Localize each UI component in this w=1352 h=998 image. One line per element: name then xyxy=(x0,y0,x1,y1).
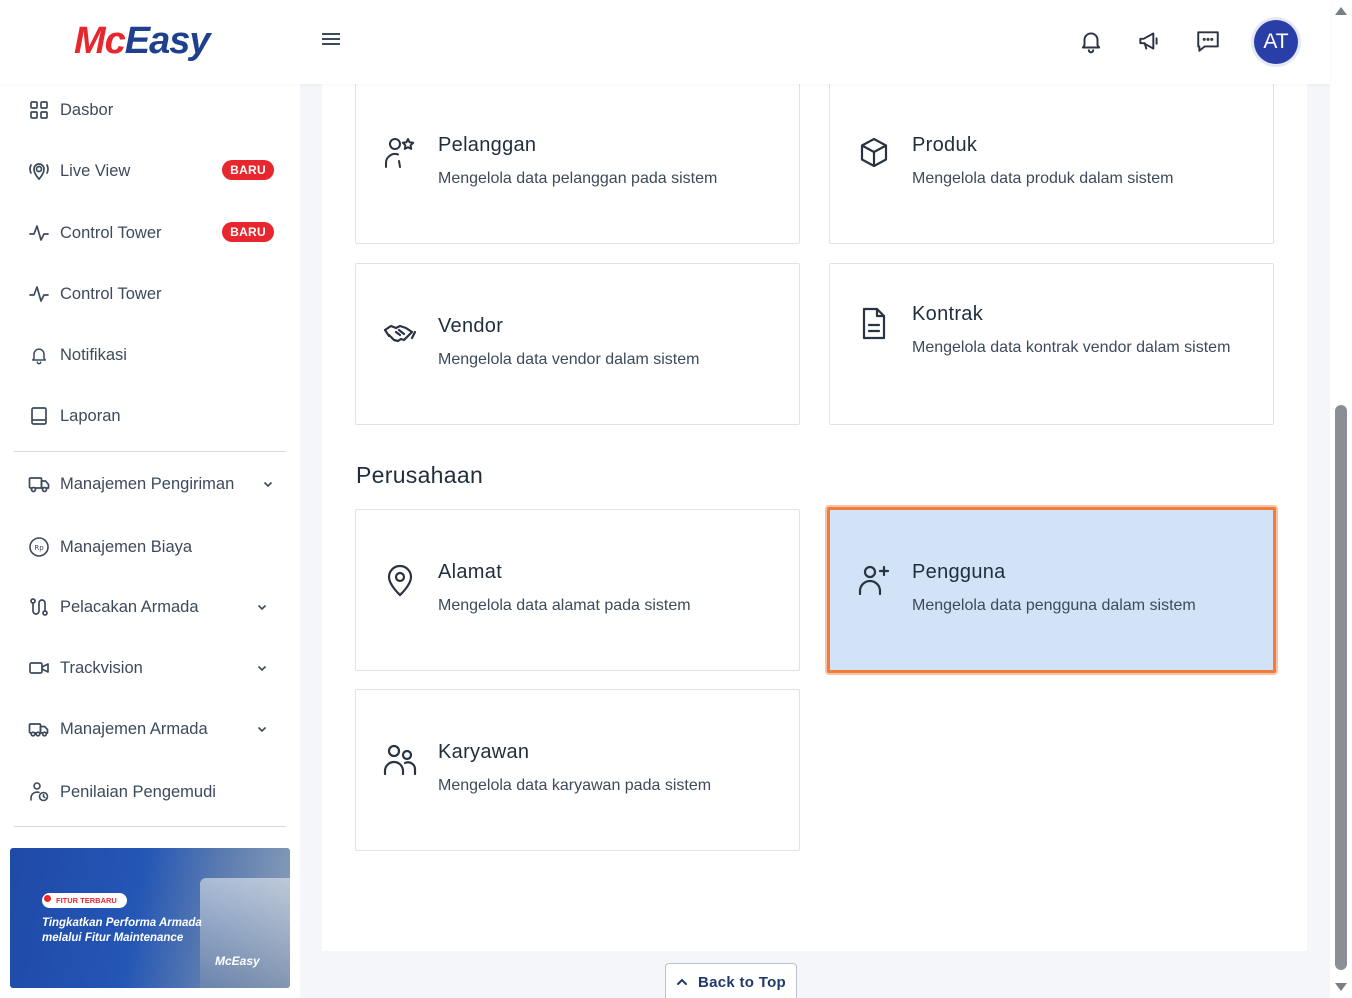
logo-easy: Easy xyxy=(124,20,211,62)
card-description: Mengelola data pelanggan pada sistem xyxy=(438,170,718,187)
live-location-icon xyxy=(28,160,50,182)
card-kontrak[interactable]: Kontrak Mengelola data kontrak vendor da… xyxy=(829,263,1274,425)
sidebar-item-penilaian-pengemudi[interactable]: Penilaian Pengemudi xyxy=(28,777,278,807)
card-description: Mengelola data kontrak vendor dalam sist… xyxy=(912,339,1231,356)
top-header: McEasy AT xyxy=(0,0,1330,84)
box-cube-icon xyxy=(860,137,888,168)
chevron-up-icon xyxy=(676,978,687,985)
card-title: Alamat xyxy=(438,561,503,583)
sidebar-item-label: Manajemen Pengiriman xyxy=(60,474,235,493)
chat-icon[interactable] xyxy=(1195,28,1221,54)
promo-logo: McEasy xyxy=(215,954,260,968)
sidebar-item-laporan[interactable]: Laporan xyxy=(28,401,278,431)
card-description: Mengelola data pengguna dalam sistem xyxy=(912,597,1196,614)
document-icon xyxy=(862,307,886,340)
map-pin-icon xyxy=(387,564,413,597)
sidebar-item-label: Penilaian Pengemudi xyxy=(60,782,216,801)
bell-icon[interactable] xyxy=(1078,28,1104,54)
handshake-icon xyxy=(383,324,417,343)
sidebar-divider xyxy=(14,451,286,452)
sidebar: Dasbor Live View BARU Control Tower BARU… xyxy=(0,84,300,998)
user-avatar[interactable]: AT xyxy=(1254,20,1298,64)
chevron-down-icon xyxy=(257,726,267,733)
sidebar-item-label: Dasbor xyxy=(60,100,114,119)
chevron-down-icon xyxy=(257,665,267,672)
card-description: Mengelola data produk dalam sistem xyxy=(912,170,1174,187)
card-title: Kontrak xyxy=(912,303,984,325)
users-icon xyxy=(383,744,417,776)
card-title: Karyawan xyxy=(438,741,530,763)
promo-banner[interactable]: FITUR TERBARU Tingkatkan Performa Armada… xyxy=(10,848,290,988)
card-produk[interactable]: Produk Mengelola data produk dalam siste… xyxy=(829,82,1274,244)
scrollbar-thumb[interactable] xyxy=(1335,405,1347,970)
sidebar-item-manajemen-pengiriman[interactable]: Manajemen Pengiriman xyxy=(28,469,278,499)
card-title: Produk xyxy=(912,134,978,156)
sidebar-item-trackvision[interactable]: Trackvision xyxy=(28,653,278,683)
sidebar-item-manajemen-biaya[interactable]: Rp Manajemen Biaya xyxy=(28,532,278,562)
chevron-down-icon xyxy=(257,604,267,611)
card-pelanggan[interactable]: Pelanggan Mengelola data pelanggan pada … xyxy=(355,82,800,244)
card-karyawan[interactable]: Karyawan Mengelola data karyawan pada si… xyxy=(355,689,800,851)
scroll-down-arrow-icon[interactable] xyxy=(1334,982,1348,992)
sidebar-item-dasbor[interactable]: Dasbor xyxy=(28,95,278,125)
sidebar-item-label: Pelacakan Armada xyxy=(60,597,199,616)
sidebar-item-control-tower[interactable]: Control Tower xyxy=(28,279,278,309)
chevron-down-icon xyxy=(263,481,273,488)
card-title: Pelanggan xyxy=(438,134,537,156)
sidebar-item-label: Manajemen Armada xyxy=(60,719,208,738)
user-plus-icon xyxy=(858,565,890,596)
card-vendor[interactable]: Vendor Mengelola data vendor dalam siste… xyxy=(355,263,800,425)
main-content: Pelanggan Mengelola data pelanggan pada … xyxy=(322,82,1307,951)
sidebar-item-label: Manajemen Biaya xyxy=(60,537,193,556)
sidebar-item-notifikasi[interactable]: Notifikasi xyxy=(28,340,278,370)
hamburger-menu-icon[interactable] xyxy=(320,30,342,48)
rupiah-coin-icon: Rp xyxy=(28,536,50,558)
card-description: Mengelola data alamat pada sistem xyxy=(438,597,691,614)
section-title-perusahaan: Perusahaan xyxy=(356,462,484,488)
card-alamat[interactable]: Alamat Mengelola data alamat pada sistem xyxy=(355,509,800,671)
sidebar-item-label: Control Tower xyxy=(60,223,162,242)
sidebar-item-label: Live View xyxy=(60,161,131,180)
activity-pulse-icon xyxy=(28,283,50,305)
sidebar-item-label: Laporan xyxy=(60,406,121,425)
logo-mc: Mc xyxy=(74,20,126,62)
card-description: Mengelola data karyawan pada sistem xyxy=(438,777,712,794)
sidebar-item-pelacakan-armada[interactable]: Pelacakan Armada xyxy=(28,592,278,622)
promo-tag: FITUR TERBARU xyxy=(42,893,127,908)
sidebar-divider xyxy=(14,826,286,827)
new-badge: BARU xyxy=(222,222,274,242)
route-icon xyxy=(28,596,50,618)
book-icon xyxy=(28,405,50,427)
sidebar-item-live-view[interactable]: Live View BARU xyxy=(28,156,278,186)
card-title: Vendor xyxy=(438,315,504,337)
card-title: Pengguna xyxy=(912,561,1006,583)
customer-star-icon xyxy=(384,138,415,168)
new-badge: BARU xyxy=(222,160,274,180)
sidebar-item-label: Control Tower xyxy=(60,284,162,303)
megaphone-icon[interactable] xyxy=(1136,28,1162,54)
activity-pulse-icon xyxy=(28,222,50,244)
video-camera-icon xyxy=(28,657,50,679)
card-pengguna[interactable]: Pengguna Mengelola data pengguna dalam s… xyxy=(827,507,1276,673)
scroll-up-arrow-icon[interactable] xyxy=(1334,6,1348,16)
sidebar-item-control-tower-new[interactable]: Control Tower BARU xyxy=(28,218,278,248)
back-to-top-label: Back to Top xyxy=(697,973,787,991)
sidebar-item-label: Notifikasi xyxy=(60,345,127,364)
sidebar-item-manajemen-armada[interactable]: Manajemen Armada xyxy=(28,714,278,744)
fleet-truck-icon xyxy=(28,718,50,740)
bell-icon xyxy=(28,344,50,366)
driver-rating-icon xyxy=(28,781,50,803)
truck-icon xyxy=(28,473,50,495)
promo-text: Tingkatkan Performa Armada melalui Fitur… xyxy=(42,917,202,944)
svg-text:Rp: Rp xyxy=(34,544,44,552)
back-to-top-button[interactable]: Back to Top xyxy=(665,963,797,998)
card-description: Mengelola data vendor dalam sistem xyxy=(438,351,700,368)
mceasy-logo[interactable]: McEasy xyxy=(74,20,211,62)
sidebar-item-label: Trackvision xyxy=(60,658,143,677)
dashboard-grid-icon xyxy=(28,99,50,121)
